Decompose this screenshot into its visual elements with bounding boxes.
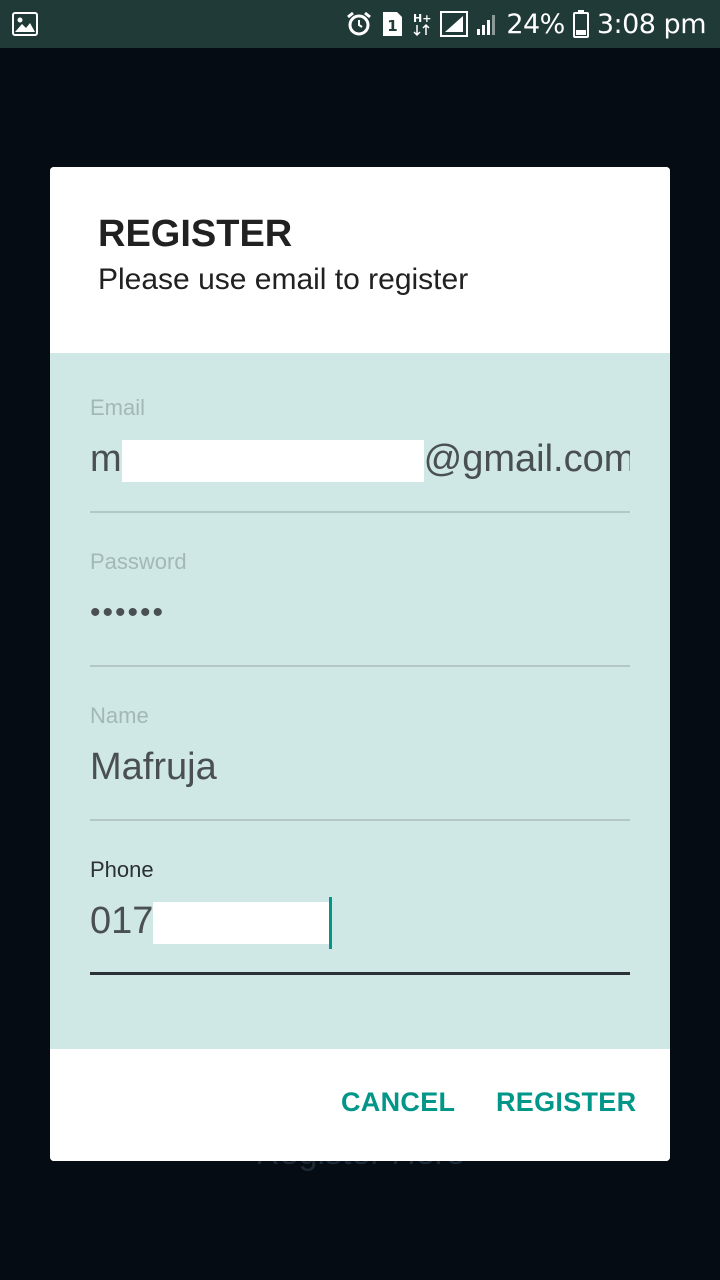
register-button[interactable]: REGISTER [496,1087,636,1118]
signal-icon [440,11,469,37]
network-type-label: H+ [413,12,431,25]
email-label: Email [90,395,146,420]
dialog-form: Email m @gmail.com Password •••••• Name M… [50,353,670,1049]
name-input[interactable]: Mafruja [90,737,630,797]
status-bar: 1 H+ 24% 3:08 pm [0,0,720,48]
dialog-title: REGISTER [98,213,293,255]
password-label: Password [90,549,187,574]
phone-underline [90,972,630,975]
email-field[interactable]: Email m @gmail.com [90,395,630,513]
dialog-subtitle: Please use email to register [98,263,469,296]
cancel-button[interactable]: CANCEL [341,1087,455,1118]
text-cursor [329,896,333,949]
name-underline [90,819,630,821]
clock: 3:08 pm [596,8,707,40]
phone-label: Phone [90,857,154,882]
alarm-icon [346,11,372,37]
name-field[interactable]: Name Mafruja [90,703,630,821]
dialog-header: REGISTER Please use email to register [50,167,670,353]
redacted-block [153,901,330,944]
register-dialog: REGISTER Please use email to register Em… [50,167,670,1161]
password-field[interactable]: Password •••••• [90,549,630,667]
phone-value-prefix: 017 [90,900,154,942]
signal-2-icon [476,11,498,37]
redacted-block [121,439,424,482]
email-value-suffix: @gmail.com [423,438,630,480]
phone-field[interactable]: Phone 017 [90,857,630,977]
battery-percent: 24% [506,8,565,40]
password-input[interactable]: •••••• [90,583,630,643]
name-label: Name [90,703,149,728]
dialog-actions: CANCEL REGISTER [50,1049,670,1161]
phone-input[interactable]: 017 [90,891,630,951]
battery-icon [572,10,589,38]
password-underline [90,665,630,667]
email-value-prefix: m [90,438,122,480]
email-underline [90,511,630,513]
gallery-icon [12,12,38,41]
sim-icon: 1 [380,11,404,37]
email-input[interactable]: m @gmail.com [90,429,630,489]
sim-badge: 1 [388,17,398,35]
network-type-icon: H+ [412,11,432,37]
